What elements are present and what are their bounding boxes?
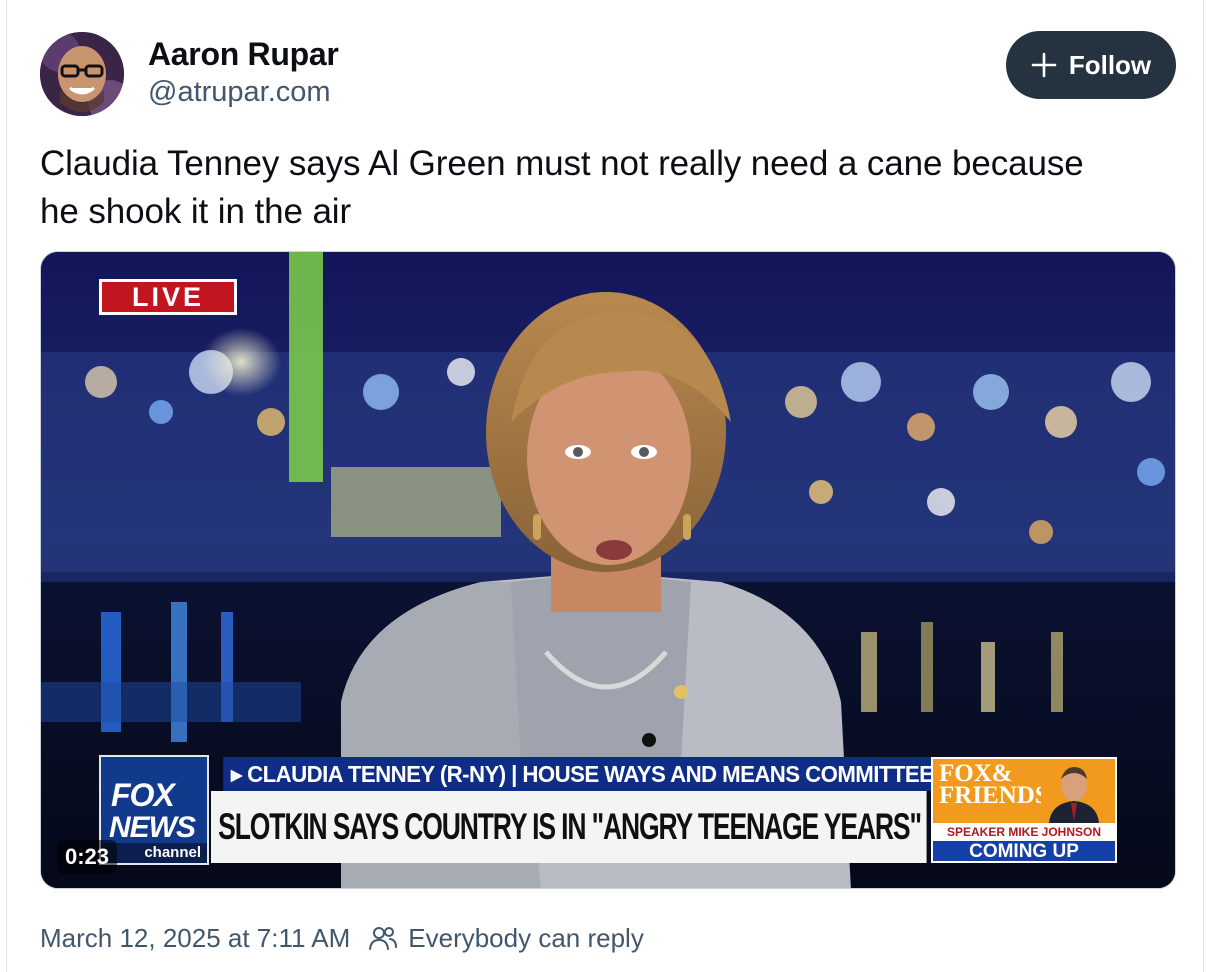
news-lower-third: FOX NEWS channel ▸ CLAUDIA TENNEY (R-NY)… bbox=[99, 755, 1119, 865]
reply-setting: Everybody can reply bbox=[368, 923, 644, 954]
follow-button[interactable]: Follow bbox=[1006, 31, 1176, 99]
author-name[interactable]: Aaron Rupar bbox=[148, 36, 339, 73]
banner-headline: SLOTKIN SAYS COUNTRY IS IN "ANGRY TEENAG… bbox=[211, 791, 927, 863]
logo-text-fox: FOX bbox=[111, 777, 175, 813]
promo-box: FOX& FRIENDS SPEAKER MIKE JOHNSON COMING… bbox=[931, 757, 1117, 863]
people-icon bbox=[369, 927, 398, 950]
follow-button-label: Follow bbox=[1068, 49, 1152, 80]
video-player[interactable]: LIVE FOX NEWS channel ▸ CLAUDIA TENNEY (… bbox=[40, 251, 1176, 889]
logo-text-news: NEWS bbox=[109, 811, 196, 844]
avatar-image bbox=[40, 32, 124, 116]
author-handle[interactable]: @atrupar.com bbox=[148, 76, 331, 109]
reply-setting-label: Everybody can reply bbox=[408, 922, 644, 953]
post-text: Claudia Tenney says Al Green must not re… bbox=[40, 144, 1084, 231]
post-card: Aaron Rupar @atrupar.com Follow Claudia … bbox=[6, 0, 1204, 972]
live-badge: LIVE bbox=[99, 279, 237, 315]
promo-person-image bbox=[1041, 763, 1107, 823]
video-timestamp: 0:23 bbox=[57, 840, 118, 874]
promo-coming-up: COMING UP bbox=[933, 841, 1115, 861]
author-avatar[interactable] bbox=[40, 32, 124, 116]
plus-icon bbox=[1031, 52, 1057, 78]
promo-show-line2: FRIENDS bbox=[939, 782, 1049, 809]
promo-show-title: FOX& FRIENDS bbox=[939, 761, 1049, 809]
banner-subtitle: ▸ CLAUDIA TENNEY (R-NY) | HOUSE WAYS AND… bbox=[223, 757, 939, 791]
post-date[interactable]: March 12, 2025 at 7:11 AM bbox=[40, 923, 350, 954]
post-footer: March 12, 2025 at 7:11 AM Everybody can … bbox=[40, 920, 644, 956]
promo-speaker: SPEAKER MIKE JOHNSON bbox=[933, 823, 1115, 841]
